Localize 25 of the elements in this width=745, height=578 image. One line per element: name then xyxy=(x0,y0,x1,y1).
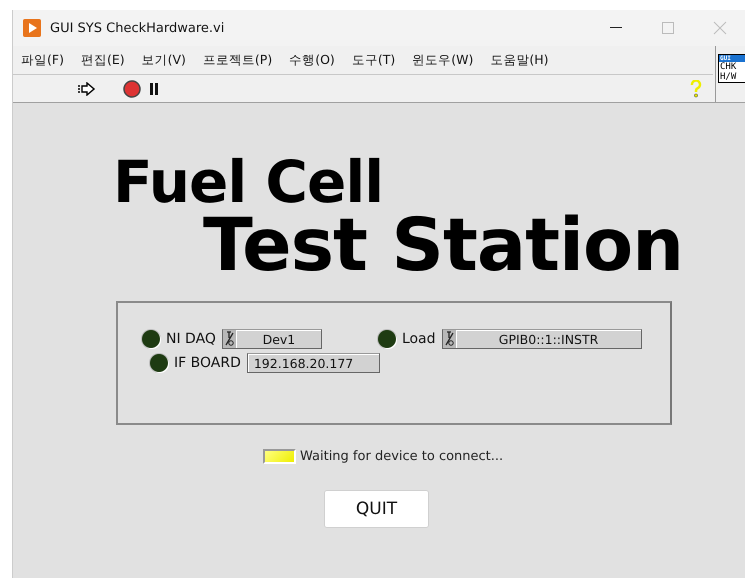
window-title: GUI SYS CheckHardware.vi xyxy=(50,20,224,36)
menu-item[interactable]: 수행(O) xyxy=(283,52,341,68)
stop-icon[interactable] xyxy=(123,80,141,98)
quit-button[interactable]: QUIT xyxy=(324,490,429,528)
status-message: Waiting for device to connect... xyxy=(300,449,504,464)
io-icon xyxy=(224,331,234,347)
minimize-icon[interactable] xyxy=(610,27,622,29)
menu-item[interactable]: 프로젝트(P) xyxy=(196,52,278,68)
device-field[interactable]: GPIB0::1::INSTR xyxy=(442,329,642,349)
device-field[interactable]: 192.168.20.177 xyxy=(246,353,380,373)
menu-item[interactable]: 파일(F) xyxy=(15,52,70,68)
io-icon xyxy=(444,331,454,347)
device-label: NI DAQ xyxy=(166,331,216,347)
help-icon[interactable] xyxy=(689,80,703,98)
run-arrow-icon[interactable] xyxy=(77,82,95,96)
menu-item[interactable]: 윈도우(W) xyxy=(406,52,480,68)
app-icon xyxy=(23,19,41,37)
menu-item[interactable]: 도움말(H) xyxy=(484,52,554,68)
menu-item[interactable]: 보기(V) xyxy=(136,52,192,68)
device-label: Load xyxy=(402,331,436,347)
device-label: IF BOARD xyxy=(174,355,241,371)
pause-icon[interactable] xyxy=(149,82,159,94)
menu-item[interactable]: 편집(E) xyxy=(74,52,131,68)
device-field[interactable]: Dev1 xyxy=(222,329,322,349)
menu-item[interactable]: 도구(T) xyxy=(346,52,402,68)
